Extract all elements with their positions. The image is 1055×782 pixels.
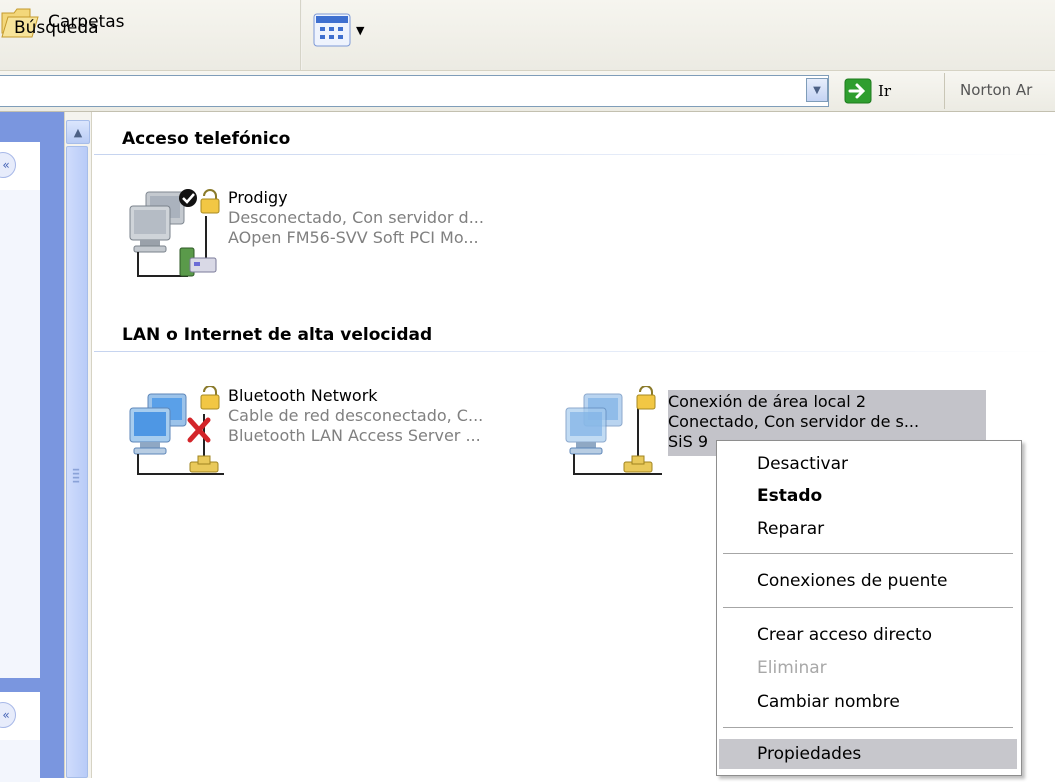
task-box-header[interactable]: « [0,692,40,740]
folders-button[interactable]: Carpetas [0,0,1055,44]
lan-connection-icon [565,386,662,475]
connection-device: Bluetooth LAN Access Server ... [228,426,481,445]
toolbar-separator [300,0,302,70]
menu-item-estado[interactable]: Estado [719,481,1017,511]
chevron-down-icon: ▼ [813,84,821,96]
views-button[interactable]: ▼ [312,12,364,48]
connection-status: Conectado, Con servidor de s... [668,412,920,431]
connection-status: Cable de red desconectado, C... [228,406,484,425]
menu-item-reparar[interactable]: Reparar [719,514,1017,544]
scroll-up-button[interactable]: ▲ [66,120,90,144]
menu-item-desactivar[interactable]: Desactivar [719,449,1017,479]
connection-name: Conexión de área local 2 [668,392,866,411]
menu-item-propiedades[interactable]: Propiedades [719,739,1017,769]
check-icon [179,189,197,207]
connection-status: Desconectado, Con servidor d... [228,208,484,227]
task-box: « [0,142,40,678]
group-header-dialup: Acceso telefónico [122,129,291,149]
address-bar: ▼ Ir Norton Ar [0,71,1055,112]
menu-item-cambiar-nombre[interactable]: Cambiar nombre [719,687,1017,717]
red-x-icon [187,417,211,443]
connection-device: AOpen FM56-SVV Soft PCI Mo... [228,228,479,247]
group-header-lan: LAN o Internet de alta velocidad [122,325,433,345]
menu-separator [723,553,1013,554]
lan-connection-icon [129,386,224,475]
menu-separator [723,727,1013,728]
group-divider [94,351,1055,352]
menu-item-conexiones-de-puente[interactable]: Conexiones de puente [719,566,1017,596]
lock-icon [200,386,220,410]
connection-name: Bluetooth Network [228,386,378,405]
scroll-thumb[interactable]: ━ ━ ━ ━ [66,146,88,778]
go-button[interactable]: Ir [844,78,891,104]
chevron-up-icon: ▲ [73,125,83,139]
connection-text: Prodigy Desconectado, Con servidor d... … [228,188,484,248]
lock-icon [636,386,656,410]
vertical-scrollbar[interactable]: ▲ ━ ━ ━ ━ [64,112,92,778]
grip-icon: ━ ━ ━ ━ [73,465,80,488]
go-label: Ir [878,82,892,100]
menu-item-crear-acceso-directo[interactable]: Crear acceso directo [719,620,1017,650]
collapse-icon[interactable]: « [0,702,16,728]
menu-separator [723,607,1013,608]
lock-icon [200,189,220,214]
task-pane: « « [0,112,64,782]
go-arrow-icon [844,78,872,104]
menu-item-eliminar: Eliminar [757,658,827,678]
connection-name: Prodigy [228,188,288,207]
search-button[interactable]: Búsqueda [14,18,99,38]
connection-text: Bluetooth Network Cable de red desconect… [228,386,483,446]
dialup-connection-icon [129,189,220,277]
collapse-icon[interactable]: « [0,152,16,178]
task-box-body [0,190,40,678]
toolbar: Búsqueda Carpetas ▼ [0,0,1055,71]
address-input[interactable] [0,75,829,107]
address-separator [944,73,945,109]
views-icon [313,13,351,47]
task-box-header[interactable]: « [0,142,40,190]
address-dropdown-button[interactable]: ▼ [806,78,828,102]
context-menu: Desactivar Estado Reparar Conexiones de … [716,440,1022,776]
group-divider [94,154,1055,155]
chevron-down-icon: ▼ [356,23,365,37]
task-box-body [0,740,40,782]
norton-toolbar-label[interactable]: Norton Ar [960,81,1032,99]
task-box: « [0,692,40,782]
